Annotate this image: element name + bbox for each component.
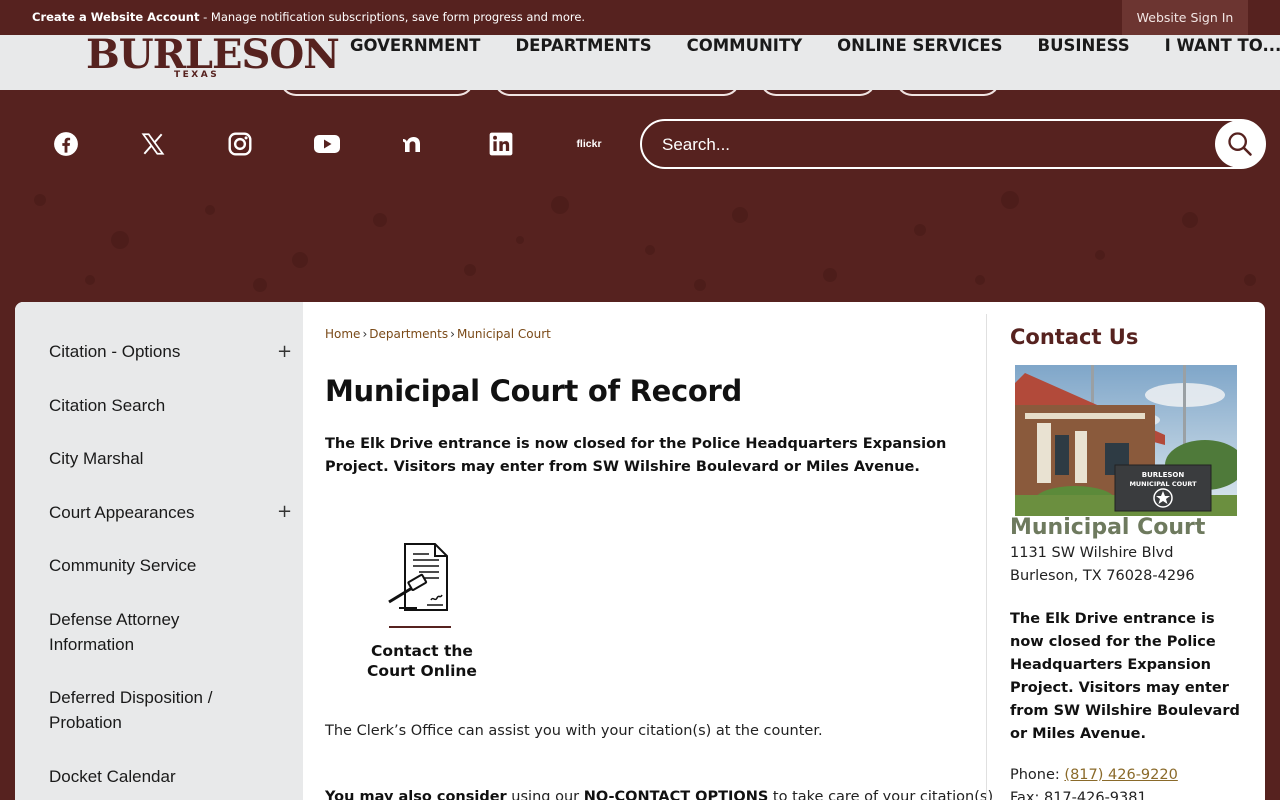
address-line1: 1131 SW Wilshire Blvd xyxy=(1010,545,1174,561)
fax-label: Fax: xyxy=(1010,790,1044,800)
court-name: Municipal Court xyxy=(1010,515,1206,540)
flickr-icon[interactable]: flickr xyxy=(566,126,612,162)
phone-row: Phone: (817) 426-9220 xyxy=(1010,767,1178,783)
breadcrumb-separator: › xyxy=(362,327,368,341)
sidebar-item-docket-calendar[interactable]: Docket Calendar xyxy=(49,764,279,789)
no-contact-text: You may also consider using our NO-CONTA… xyxy=(325,789,993,800)
breadcrumb: Home › Departments › Municipal Court xyxy=(325,327,551,341)
account-bar: Create a Website Account - Manage notifi… xyxy=(0,0,1280,35)
address: 1131 SW Wilshire Blvd Burleson, TX 76028… xyxy=(1010,542,1195,588)
account-message-text: - Manage notification subscriptions, sav… xyxy=(199,10,586,24)
account-message: Create a Website Account - Manage notifi… xyxy=(32,10,585,24)
create-account-link[interactable]: Create a Website Account xyxy=(32,10,199,24)
sidebar-item-deferred-disposition[interactable]: Deferred Disposition / Probation xyxy=(49,685,249,735)
instagram-icon[interactable] xyxy=(222,126,258,162)
facebook-icon[interactable] xyxy=(48,126,84,162)
expand-icon[interactable]: + xyxy=(277,343,292,361)
nav-i-want-to[interactable]: I WANT TO... xyxy=(1165,36,1280,55)
sidebar-item-citation-search[interactable]: Citation Search xyxy=(49,393,279,418)
site-header: BURLESON TEXAS GOVERNMENT DEPARTMENTS CO… xyxy=(0,35,1280,90)
phone-label: Phone: xyxy=(1010,767,1065,783)
breadcrumb-separator: › xyxy=(450,327,455,341)
column-divider xyxy=(986,314,987,800)
sidebar-item-defense-attorney[interactable]: Defense Attorney Information xyxy=(49,607,219,657)
fax-number: 817-426-9381 xyxy=(1043,790,1147,800)
youtube-icon[interactable] xyxy=(309,126,345,162)
court-building-photo: BURLESON MUNICIPAL COURT xyxy=(1015,365,1237,516)
search-input[interactable] xyxy=(662,131,1202,159)
breadcrumb-departments[interactable]: Departments xyxy=(369,327,448,341)
no-contact-lead: You may also consider xyxy=(325,789,507,800)
fax-row: Fax: 817-426-9381 xyxy=(1010,790,1147,800)
sidebar-item-citation-options[interactable]: Citation - Options xyxy=(49,339,279,364)
clerk-text: The Clerk’s Office can assist you with y… xyxy=(325,723,823,739)
entrance-notice: The Elk Drive entrance is now closed for… xyxy=(325,436,947,475)
photo-sign-line2: MUNICIPAL COURT xyxy=(1129,480,1197,488)
search-button[interactable] xyxy=(1215,120,1265,168)
breadcrumb-home[interactable]: Home xyxy=(325,327,360,341)
sidebar-item-city-marshal[interactable]: City Marshal xyxy=(49,446,279,471)
expand-icon[interactable]: + xyxy=(277,503,292,521)
background-texture xyxy=(34,191,1256,292)
sidebar-item-community-service[interactable]: Community Service xyxy=(49,553,279,578)
nav-online-services[interactable]: ONLINE SERVICES xyxy=(837,36,1002,55)
search-bar xyxy=(640,119,1266,169)
sign-in-button[interactable]: Website Sign In xyxy=(1122,0,1248,35)
contact-sidebar: Contact Us BURLESON MUNICIPAL COURT Muni… xyxy=(1010,302,1250,800)
nextdoor-icon[interactable] xyxy=(396,126,432,162)
nav-business[interactable]: BUSINESS xyxy=(1038,36,1130,55)
no-contact-tail: to take care of your citation(s) xyxy=(768,789,994,800)
nav-government[interactable]: GOVERNMENT xyxy=(350,36,480,55)
main-nav: GOVERNMENT DEPARTMENTS COMMUNITY ONLINE … xyxy=(350,36,1280,55)
no-contact-options-link[interactable]: NO-CONTACT OPTIONS xyxy=(584,789,769,800)
flickr-label: flickr xyxy=(576,138,602,150)
no-contact-middle: using our xyxy=(506,789,584,800)
sidebar-item-court-appearances[interactable]: Court Appearances xyxy=(49,500,279,525)
contact-notice: The Elk Drive entrance is now closed for… xyxy=(1010,611,1240,742)
search-icon xyxy=(1228,132,1252,156)
contact-heading: Contact Us xyxy=(1010,325,1139,349)
breadcrumb-municipal-court[interactable]: Municipal Court xyxy=(457,327,551,341)
x-icon[interactable] xyxy=(135,126,171,162)
sidebar-nav: Citation - Options + Citation Search Cit… xyxy=(15,302,303,800)
nav-community[interactable]: COMMUNITY xyxy=(687,36,803,55)
photo-sign-line1: BURLESON xyxy=(1142,471,1185,479)
tile-underline xyxy=(389,626,451,628)
linkedin-icon[interactable] xyxy=(483,126,519,162)
content-card: Citation - Options + Citation Search Cit… xyxy=(15,302,1265,800)
nav-departments[interactable]: DEPARTMENTS xyxy=(515,36,651,55)
tile-label: Contact the Court Online xyxy=(367,642,477,680)
address-line2: Burleson, TX 76028-4296 xyxy=(1010,568,1195,584)
main-content: Home › Departments › Municipal Court Municip… xyxy=(325,302,993,800)
site-logo[interactable]: BURLESON xyxy=(86,35,340,75)
logo-state: TEXAS xyxy=(174,70,220,80)
page-title: Municipal Court of Record xyxy=(325,374,743,408)
court-document-icon xyxy=(388,543,448,611)
phone-link[interactable]: (817) 426-9220 xyxy=(1064,767,1177,783)
